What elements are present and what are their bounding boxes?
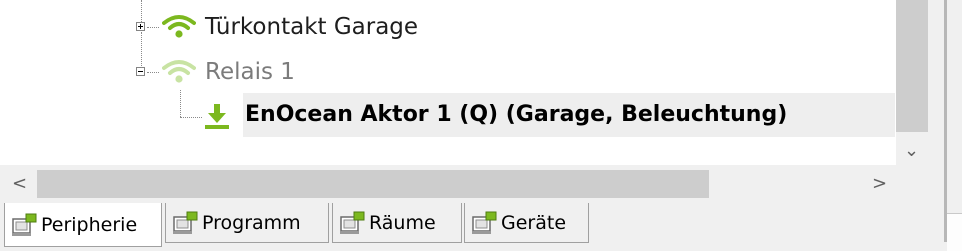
tab-raeume[interactable]: Räume — [332, 203, 462, 243]
network-tab-icon — [11, 213, 37, 237]
frame-divider — [944, 0, 947, 242]
tree-line — [180, 90, 181, 117]
scroll-left-arrow[interactable]: < — [12, 170, 27, 198]
tree-node-turkontakt-garage[interactable]: Türkontakt Garage — [205, 13, 418, 41]
tree-line — [141, 32, 142, 66]
device-tree[interactable]: Türkontakt Garage Relais 1 EnOcean Aktor… — [0, 0, 896, 165]
tree-line — [180, 117, 202, 118]
tree-node-relais-1[interactable]: Relais 1 — [205, 58, 295, 86]
tab-label: Programm — [202, 211, 301, 234]
tab-label: Geräte — [501, 211, 567, 234]
tab-peripherie[interactable]: Peripherie — [4, 203, 162, 247]
frame-corner — [947, 213, 962, 251]
tab-strip: Peripherie Programm Räume Geräte — [0, 203, 944, 250]
wifi-signal-icon — [162, 15, 196, 38]
tree-line — [147, 72, 159, 73]
tab-programm[interactable]: Programm — [165, 203, 329, 243]
scroll-down-arrow[interactable]: ⌄ — [904, 140, 919, 161]
scroll-right-arrow[interactable]: > — [872, 170, 887, 198]
tree-line — [147, 27, 159, 28]
wifi-signal-icon — [162, 60, 196, 83]
tab-label: Peripherie — [41, 213, 138, 236]
horizontal-scroll-thumb[interactable] — [37, 170, 709, 198]
vertical-scroll-thumb[interactable] — [896, 0, 928, 132]
tree-node-enocean-aktor[interactable]: EnOcean Aktor 1 (Q) (Garage, Beleuchtung… — [245, 101, 787, 129]
expand-toggle-turkontakt[interactable] — [136, 22, 145, 31]
network-tab-icon — [172, 211, 198, 235]
tree-line — [141, 0, 142, 22]
collapse-toggle-relais[interactable] — [136, 67, 145, 76]
tab-geraete[interactable]: Geräte — [464, 203, 589, 243]
network-tab-icon — [471, 211, 497, 235]
network-tab-icon — [339, 211, 365, 235]
download-arrow-icon — [205, 104, 229, 129]
tab-label: Räume — [369, 211, 436, 234]
